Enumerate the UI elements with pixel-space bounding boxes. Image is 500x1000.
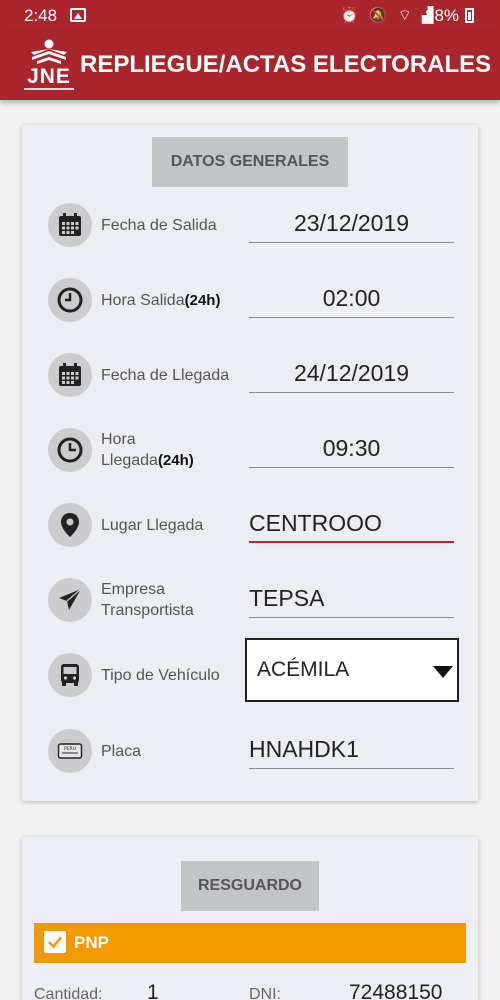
logo-text: JNE <box>27 65 71 88</box>
app-bar: JNE REPLIEGUE/ACTAS ELECTORALES <box>0 31 500 100</box>
caret-down-icon <box>433 666 453 678</box>
fecha-salida-field[interactable]: 23/12/2019 <box>249 207 454 243</box>
hora-llegada-label: Hora Llegada(24h) <box>101 429 194 471</box>
hora-salida-suffix: (24h) <box>184 292 221 309</box>
plate-text: PERU <box>64 746 76 752</box>
tipo-vehiculo-selected-value: ACÉMILA <box>257 658 350 681</box>
hora-salida-label: Hora Salida(24h) <box>101 290 220 311</box>
placa-input[interactable]: HNAHDK1 <box>249 733 454 769</box>
tipo-vehiculo-row: Tipo de Vehículo ACÉMILA <box>22 638 478 705</box>
hora-llegada-row: Hora Llegada(24h) 09:30 <box>22 420 478 480</box>
hora-llegada-field[interactable]: 09:30 <box>249 432 454 468</box>
system-status-icons: ⏰ 🔕 ⌔ ▟ <box>340 7 437 24</box>
gallery-notification-icon <box>70 8 86 22</box>
fecha-llegada-field[interactable]: 24/12/2019 <box>249 357 454 393</box>
tipo-vehiculo-select[interactable]: ACÉMILA <box>245 638 459 702</box>
pnp-label: PNP <box>74 933 109 952</box>
cantidad-label: Cantidad: <box>34 986 103 1000</box>
logo-underline <box>24 88 74 90</box>
page-title: REPLIEGUE/ACTAS ELECTORALES <box>80 51 492 78</box>
empresa-row: Empresa Transportista TEPSA <box>22 570 478 630</box>
resguardo-details-row: Cantidad: 1 DNI: 72488150 <box>22 981 478 1000</box>
pnp-checkbox[interactable] <box>44 931 66 953</box>
battery-icon <box>465 8 474 23</box>
placa-label: Placa <box>101 743 142 760</box>
hora-salida-row: Hora Salida(24h) 02:00 <box>22 270 478 330</box>
bus-icon <box>48 653 92 697</box>
pnp-option[interactable]: PNP <box>34 923 466 963</box>
fecha-llegada-label: Fecha de Llegada <box>101 367 230 384</box>
tipo-vehiculo-label: Tipo de Vehículo <box>101 667 220 684</box>
status-time: 2:48 <box>24 6 58 25</box>
empresa-input[interactable]: TEPSA <box>249 582 454 618</box>
hora-salida-field[interactable]: 02:00 <box>249 282 454 318</box>
resguardo-header: RESGUARDO <box>181 861 319 911</box>
jne-logo: JNE <box>22 39 76 94</box>
paper-plane-icon <box>48 578 92 622</box>
empresa-label-line2: Transportista <box>101 602 194 619</box>
resguardo-card: RESGUARDO PNP Cantidad: 1 DNI: 72488150 <box>22 837 478 1000</box>
hora-llegada-label-line1: Hora <box>101 431 136 448</box>
clock-icon <box>48 278 92 322</box>
datos-generales-card: DATOS GENERALES Fecha de Salida 23/12/20… <box>22 125 478 801</box>
dni-label: DNI: <box>249 986 281 1000</box>
status-bar: 2:48 ⏰ 🔕 ⌔ ▟ 88% <box>0 0 500 31</box>
calendar-icon <box>48 353 92 397</box>
hora-salida-label-text: Hora Salida <box>101 292 185 309</box>
empresa-label: Empresa Transportista <box>101 579 194 621</box>
fecha-salida-label: Fecha de Salida <box>101 217 217 234</box>
lugar-llegada-label: Lugar Llegada <box>101 517 204 534</box>
lugar-llegada-input[interactable]: CENTROOO <box>249 507 454 543</box>
hora-llegada-label-line2: Llegada <box>101 452 158 469</box>
jne-emblem-icon <box>31 39 67 64</box>
checkmark-icon <box>48 936 62 949</box>
dni-value[interactable]: 72488150 <box>349 981 442 1000</box>
fecha-llegada-row: Fecha de Llegada 24/12/2019 <box>22 345 478 405</box>
battery-percentage: 88% <box>425 6 460 25</box>
cantidad-value[interactable]: 1 <box>147 981 159 1000</box>
placa-row: PERU Placa HNAHDK1 <box>22 721 478 781</box>
license-plate-icon: PERU <box>48 729 92 773</box>
location-pin-icon <box>48 503 92 547</box>
calendar-icon <box>48 203 92 247</box>
fecha-salida-row: Fecha de Salida 23/12/2019 <box>22 195 478 255</box>
lugar-llegada-row: Lugar Llegada CENTROOO <box>22 495 478 555</box>
empresa-label-line1: Empresa <box>101 581 166 598</box>
datos-generales-header: DATOS GENERALES <box>152 137 348 187</box>
clock-icon <box>48 428 92 472</box>
hora-llegada-suffix: (24h) <box>157 452 194 469</box>
